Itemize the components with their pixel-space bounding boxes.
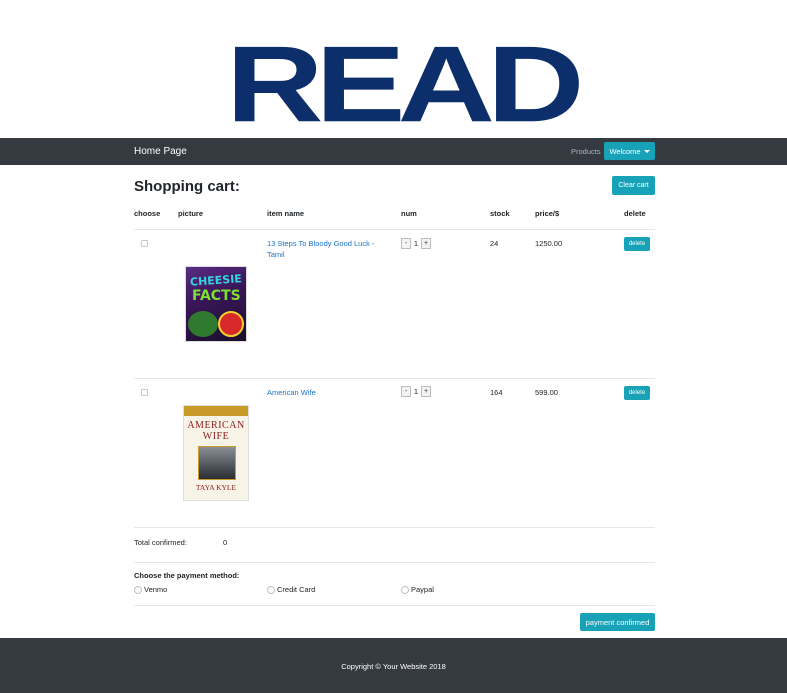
payment-option-venmo[interactable]: Venmo bbox=[134, 585, 167, 594]
book-cover-image: CHEESIE FACTS bbox=[185, 266, 247, 342]
item-name-link[interactable]: American Wife bbox=[267, 387, 387, 398]
page-title: Shopping cart: bbox=[134, 178, 240, 195]
payment-option-label: Venmo bbox=[144, 585, 168, 594]
payment-option-credit-card[interactable]: Credit Card bbox=[267, 585, 315, 594]
stock-value: 164 bbox=[490, 388, 503, 397]
caret-down-icon bbox=[643, 149, 650, 153]
increment-button[interactable]: + bbox=[421, 386, 431, 397]
divider bbox=[134, 605, 655, 606]
payment-method-title: Choose the payment method: bbox=[134, 571, 240, 580]
welcome-dropdown-button[interactable]: Welcome bbox=[604, 142, 655, 160]
navbar: Home Page Products Welcome bbox=[0, 138, 787, 165]
divider bbox=[134, 527, 655, 528]
decrement-button[interactable]: - bbox=[401, 386, 411, 397]
divider bbox=[134, 378, 655, 379]
products-link[interactable]: Products bbox=[571, 147, 601, 156]
quantity-stepper: - 1 + bbox=[401, 238, 431, 249]
cover-illustration bbox=[188, 311, 218, 337]
increment-button[interactable]: + bbox=[421, 238, 431, 249]
price-value: 599.00 bbox=[535, 388, 558, 397]
price-value: 1250.00 bbox=[535, 239, 563, 248]
cover-band bbox=[184, 406, 248, 416]
column-header-num: num bbox=[401, 209, 417, 218]
stock-value: 24 bbox=[490, 239, 499, 248]
radio-button[interactable] bbox=[134, 585, 142, 594]
quantity-value: 1 bbox=[413, 387, 419, 396]
logo-banner: READ bbox=[0, 0, 787, 138]
delete-button[interactable]: delete bbox=[624, 386, 650, 400]
footer: Copyright © Your Website 2018 bbox=[0, 638, 787, 693]
welcome-label: Welcome bbox=[609, 146, 641, 156]
home-page-link[interactable]: Home Page bbox=[134, 146, 187, 157]
column-header-price: price/$ bbox=[535, 209, 560, 218]
quantity-stepper: - 1 + bbox=[401, 386, 431, 397]
total-confirmed-value: 0 bbox=[223, 538, 228, 547]
payment-option-paypal[interactable]: Paypal bbox=[401, 585, 434, 594]
cover-author: TAYA KYLE bbox=[195, 483, 237, 492]
column-header-picture: picture bbox=[178, 209, 204, 218]
delete-button[interactable]: delete bbox=[624, 237, 650, 251]
radio-button[interactable] bbox=[267, 585, 275, 594]
divider bbox=[134, 229, 655, 230]
column-header-stock: stock bbox=[490, 209, 510, 218]
row-select-checkbox[interactable] bbox=[141, 389, 148, 396]
book-cover-image: AMERICAN WIFE TAYA KYLE bbox=[183, 405, 249, 501]
payment-confirmed-button[interactable]: payment confirmed bbox=[580, 613, 655, 631]
cover-title-line2: WIFE bbox=[202, 431, 230, 442]
cover-title-line2: FACTS bbox=[192, 288, 241, 304]
column-header-choose: choose bbox=[134, 209, 161, 218]
quantity-value: 1 bbox=[413, 239, 419, 248]
cover-title-line1: AMERICAN bbox=[187, 420, 245, 431]
read-logo: READ bbox=[226, 23, 585, 145]
decrement-button[interactable]: - bbox=[401, 238, 411, 249]
item-name-link[interactable]: 13 Steps To Bloody Good Luck - Tamil bbox=[267, 238, 387, 260]
column-header-delete: delete bbox=[624, 209, 646, 218]
row-select-checkbox[interactable] bbox=[141, 240, 148, 247]
payment-option-label: Paypal bbox=[411, 585, 434, 594]
radio-button[interactable] bbox=[401, 585, 409, 594]
clear-cart-button[interactable]: Clear cart bbox=[612, 176, 655, 195]
column-header-item-name: item name bbox=[267, 209, 305, 218]
cover-badge bbox=[218, 311, 244, 337]
total-confirmed-label: Total confirmed: bbox=[134, 538, 187, 547]
copyright-text: Copyright © Your Website 2018 bbox=[341, 662, 446, 671]
cover-title-line1: CHEESIE bbox=[189, 272, 243, 289]
cover-photo bbox=[198, 446, 236, 480]
payment-option-label: Credit Card bbox=[277, 585, 316, 594]
divider bbox=[134, 562, 655, 563]
